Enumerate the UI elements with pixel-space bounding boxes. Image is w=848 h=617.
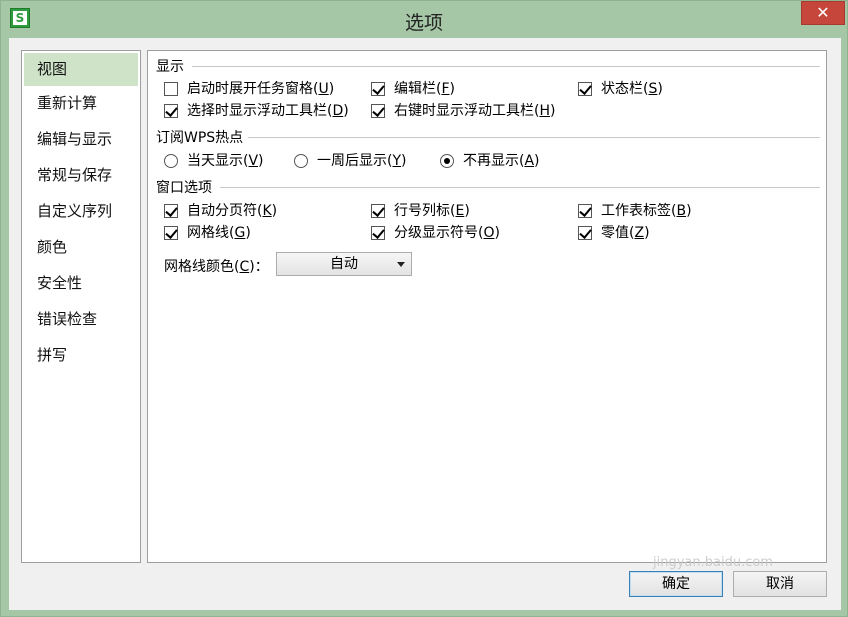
option-float-toolbar-select[interactable]: 选择时显示浮动工具栏(D) [164,101,349,121]
checkbox[interactable] [371,82,385,96]
settings-panel: 显示 启动时展开任务窗格(U) 编辑栏(F) 状态栏(S) 选择时显示浮动工具栏… [147,50,827,563]
sidebar-item-spelling[interactable]: 拼写 [24,338,138,374]
option-expand-task-pane[interactable]: 启动时展开任务窗格(U) [164,79,334,99]
option-row-col-headers[interactable]: 行号列标(E) [371,201,470,221]
radio[interactable] [440,154,454,168]
checkbox[interactable] [578,204,592,218]
radio[interactable] [164,154,178,168]
option-float-toolbar-rightclick[interactable]: 右键时显示浮动工具栏(H) [371,101,555,121]
checkbox[interactable] [371,226,385,240]
sidebar-item-recalc[interactable]: 重新计算 [24,86,138,122]
checkbox[interactable] [164,226,178,240]
ok-button[interactable]: 确定 [629,571,723,597]
group-divider [220,187,820,188]
sidebar-item-color[interactable]: 颜色 [24,230,138,266]
dialog-title: 选项 [404,12,443,34]
option-gridlines[interactable]: 网格线(G) [164,223,251,243]
checkbox[interactable] [164,204,178,218]
sidebar-item-edit-display[interactable]: 编辑与显示 [24,122,138,158]
display-group-title: 显示 [156,56,188,76]
checkbox[interactable] [578,226,592,240]
option-show-today[interactable]: 当天显示(V) [164,151,264,171]
option-zero-values[interactable]: 零值(Z) [578,223,650,243]
sidebar-item-general-save[interactable]: 常规与保存 [24,158,138,194]
sidebar-item-security[interactable]: 安全性 [24,266,138,302]
option-never-show[interactable]: 不再显示(A) [440,151,540,171]
gridline-color-select[interactable]: 自动 [276,252,412,276]
checkbox[interactable] [371,204,385,218]
dialog-body: 视图 重新计算 编辑与显示 常规与保存 自定义序列 颜色 安全性 错误检查 拼写… [9,38,841,610]
option-status-bar[interactable]: 状态栏(S) [578,79,663,99]
window-options-group-title: 窗口选项 [156,177,216,197]
group-divider [248,137,820,138]
radio[interactable] [294,154,308,168]
close-icon: ✕ [816,3,830,22]
option-sheet-tabs[interactable]: 工作表标签(B) [578,201,692,221]
option-formula-bar[interactable]: 编辑栏(F) [371,79,455,99]
group-divider [192,66,820,67]
sidebar-item-view[interactable]: 视图 [24,53,138,86]
title-bar[interactable]: S 选项 ✕ [1,1,847,37]
checkbox[interactable] [371,104,385,118]
category-list: 视图 重新计算 编辑与显示 常规与保存 自定义序列 颜色 安全性 错误检查 拼写 [21,50,141,563]
checkbox[interactable] [578,82,592,96]
checkbox[interactable] [164,82,178,96]
sidebar-item-error-check[interactable]: 错误检查 [24,302,138,338]
options-dialog: S 选项 ✕ 视图 重新计算 编辑与显示 常规与保存 自定义序列 颜色 安全性 … [0,0,848,617]
option-show-week-later[interactable]: 一周后显示(Y) [294,151,407,171]
hotspot-group-title: 订阅WPS热点 [156,127,248,147]
cancel-button[interactable]: 取消 [733,571,827,597]
option-auto-page-break[interactable]: 自动分页符(K) [164,201,277,221]
option-outline-symbols[interactable]: 分级显示符号(O) [371,223,500,243]
checkbox[interactable] [164,104,178,118]
gridline-color-label: 网格线颜色(C)： [164,259,269,275]
sidebar-item-custom-lists[interactable]: 自定义序列 [24,194,138,230]
close-button[interactable]: ✕ [801,1,845,25]
chevron-down-icon [397,262,405,267]
